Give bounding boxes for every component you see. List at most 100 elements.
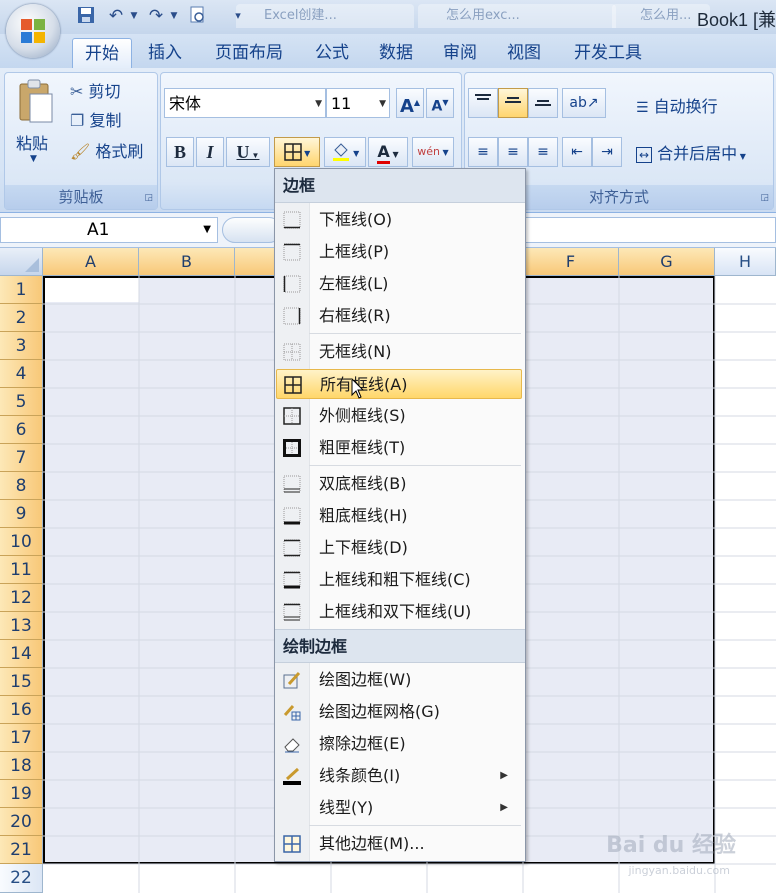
menu-item-thick-bottom-border[interactable]: 粗底框线(H) bbox=[276, 501, 522, 531]
row-header[interactable]: 10 bbox=[0, 528, 43, 556]
decrease-indent-button[interactable]: ⇤ bbox=[562, 137, 592, 167]
row-header[interactable]: 13 bbox=[0, 612, 43, 640]
tab-formulas[interactable]: 公式 bbox=[306, 38, 358, 68]
bold-button[interactable]: B bbox=[166, 137, 194, 167]
column-header[interactable]: F bbox=[523, 248, 619, 276]
tab-view[interactable]: 视图 bbox=[498, 38, 550, 68]
background-tab-2[interactable]: 怎么用exc... bbox=[418, 4, 616, 28]
increase-indent-button[interactable]: ⇥ bbox=[592, 137, 622, 167]
copy-button[interactable]: ❐ 复制 bbox=[70, 107, 121, 131]
bottom-align-button[interactable] bbox=[528, 88, 558, 118]
dialog-launcher-icon[interactable]: ◲ bbox=[144, 193, 153, 203]
formula-bar-handle[interactable] bbox=[222, 217, 282, 243]
menu-item-more-borders[interactable]: 其他边框(M)... bbox=[276, 829, 522, 859]
row-header[interactable]: 9 bbox=[0, 500, 43, 528]
customize-qat-icon[interactable]: ▾ bbox=[228, 6, 248, 26]
phonetic-guide-button[interactable]: wén ▼ bbox=[412, 137, 454, 167]
row-header[interactable]: 11 bbox=[0, 556, 43, 584]
tab-developer[interactable]: 开发工具 bbox=[564, 38, 652, 68]
font-color-button[interactable]: A ▼ bbox=[368, 137, 408, 167]
align-left-button[interactable]: ≡ bbox=[468, 137, 498, 167]
tab-page-layout[interactable]: 页面布局 bbox=[206, 38, 292, 68]
row-header[interactable]: 14 bbox=[0, 640, 43, 668]
row-header[interactable]: 22 bbox=[0, 864, 43, 893]
align-center-button[interactable]: ≡ bbox=[498, 137, 528, 167]
align-right-button[interactable]: ≡ bbox=[528, 137, 558, 167]
menu-item-top-thick-bottom-border[interactable]: 上框线和粗下框线(C) bbox=[276, 565, 522, 595]
tab-home[interactable]: 开始 bbox=[72, 38, 132, 69]
row-header[interactable]: 18 bbox=[0, 752, 43, 780]
row-header[interactable]: 6 bbox=[0, 416, 43, 444]
formula-input[interactable] bbox=[520, 217, 776, 243]
chevron-down-icon: ▼ bbox=[379, 99, 386, 109]
row-header[interactable]: 12 bbox=[0, 584, 43, 612]
background-tab-1[interactable]: Excel创建... bbox=[236, 4, 414, 28]
middle-align-button[interactable] bbox=[498, 88, 528, 118]
row-header[interactable]: 1 bbox=[0, 276, 43, 304]
grow-font-button[interactable]: A▲ bbox=[396, 88, 424, 118]
menu-item-top-border[interactable]: 上框线(P) bbox=[276, 237, 522, 267]
undo-icon[interactable]: ↶ bbox=[106, 6, 126, 26]
shrink-font-button[interactable]: A▼ bbox=[426, 88, 454, 118]
office-button[interactable] bbox=[6, 4, 60, 58]
menu-item-line-color[interactable]: 线条颜色(I) ▶ bbox=[276, 761, 522, 791]
print-preview-icon[interactable] bbox=[188, 6, 208, 26]
row-header[interactable]: 3 bbox=[0, 332, 43, 360]
borders-button[interactable]: ▼ bbox=[274, 137, 320, 167]
menu-item-all-borders[interactable]: 所有框线(A) bbox=[276, 369, 522, 399]
font-size-field[interactable]: 11 ▼ bbox=[326, 88, 390, 118]
redo-icon[interactable]: ↷ bbox=[146, 6, 166, 26]
tab-insert[interactable]: 插入 bbox=[138, 38, 192, 68]
menu-item-no-border[interactable]: 无框线(N) bbox=[276, 337, 522, 367]
menu-item-outside-borders[interactable]: 外侧框线(S) bbox=[276, 401, 522, 431]
cut-button[interactable]: ✂ 剪切 bbox=[70, 78, 121, 102]
row-header[interactable]: 16 bbox=[0, 696, 43, 724]
wrap-text-button[interactable]: ☰ 自动换行 bbox=[636, 93, 718, 117]
format-painter-button[interactable]: 🖌 格式刷 bbox=[70, 138, 143, 162]
row-header[interactable]: 7 bbox=[0, 444, 43, 472]
tab-review[interactable]: 审阅 bbox=[434, 38, 486, 68]
menu-item-line-style[interactable]: 线型(Y) ▶ bbox=[276, 793, 522, 823]
redo-dropdown-icon[interactable]: ▼ bbox=[164, 6, 184, 26]
row-header[interactable]: 21 bbox=[0, 836, 43, 864]
menu-item-right-border[interactable]: 右框线(R) bbox=[276, 301, 522, 331]
row-header[interactable]: 5 bbox=[0, 388, 43, 416]
name-box[interactable]: A1 ▼ bbox=[0, 217, 218, 243]
column-header[interactable]: G bbox=[619, 248, 715, 276]
underline-button[interactable]: U ▼ bbox=[226, 137, 270, 167]
row-header[interactable]: 2 bbox=[0, 304, 43, 332]
dialog-launcher-icon[interactable]: ◲ bbox=[760, 193, 769, 203]
menu-item-top-double-bottom-border[interactable]: 上框线和双下框线(U) bbox=[276, 597, 522, 627]
row-header[interactable]: 20 bbox=[0, 808, 43, 836]
row-header[interactable]: 17 bbox=[0, 724, 43, 752]
font-name-field[interactable]: 宋体 ▼ bbox=[164, 88, 326, 118]
menu-item-erase-border[interactable]: 擦除边框(E) bbox=[276, 729, 522, 759]
column-header[interactable]: H bbox=[715, 248, 776, 276]
row-header[interactable]: 15 bbox=[0, 668, 43, 696]
menu-item-top-bottom-border[interactable]: 上下框线(D) bbox=[276, 533, 522, 563]
menu-item-bottom-double-border[interactable]: 双底框线(B) bbox=[276, 469, 522, 499]
menu-item-draw-border-grid[interactable]: 绘图边框网格(G) bbox=[276, 697, 522, 727]
top-align-button[interactable] bbox=[468, 88, 498, 118]
tab-data[interactable]: 数据 bbox=[370, 38, 422, 68]
menu-item-thick-box-border[interactable]: 粗匣框线(T) bbox=[276, 433, 522, 463]
paint-bucket-icon bbox=[332, 143, 349, 161]
undo-dropdown-icon[interactable]: ▼ bbox=[124, 6, 144, 26]
merge-center-button[interactable]: ↔ 合并后居中 ▼ bbox=[636, 140, 746, 164]
paste-dropdown-icon[interactable]: ▼ bbox=[30, 154, 37, 164]
italic-button[interactable]: I bbox=[196, 137, 224, 167]
save-icon[interactable] bbox=[76, 6, 96, 26]
orientation-button[interactable]: ab↗ bbox=[562, 88, 606, 118]
menu-item-left-border[interactable]: 左框线(L) bbox=[276, 269, 522, 299]
column-header[interactable]: B bbox=[139, 248, 235, 276]
select-all-button[interactable] bbox=[0, 248, 43, 276]
fill-color-button[interactable]: ▼ bbox=[324, 137, 366, 167]
menu-item-draw-border[interactable]: 绘图边框(W) bbox=[276, 665, 522, 695]
row-header[interactable]: 19 bbox=[0, 780, 43, 808]
column-header[interactable]: A bbox=[43, 248, 139, 276]
paste-button[interactable]: 粘贴 ▼ bbox=[12, 76, 60, 176]
menu-item-bottom-border[interactable]: 下框线(O) bbox=[276, 205, 522, 235]
background-tab-3[interactable]: 怎么用... bbox=[612, 4, 710, 28]
row-header[interactable]: 8 bbox=[0, 472, 43, 500]
row-header[interactable]: 4 bbox=[0, 360, 43, 388]
